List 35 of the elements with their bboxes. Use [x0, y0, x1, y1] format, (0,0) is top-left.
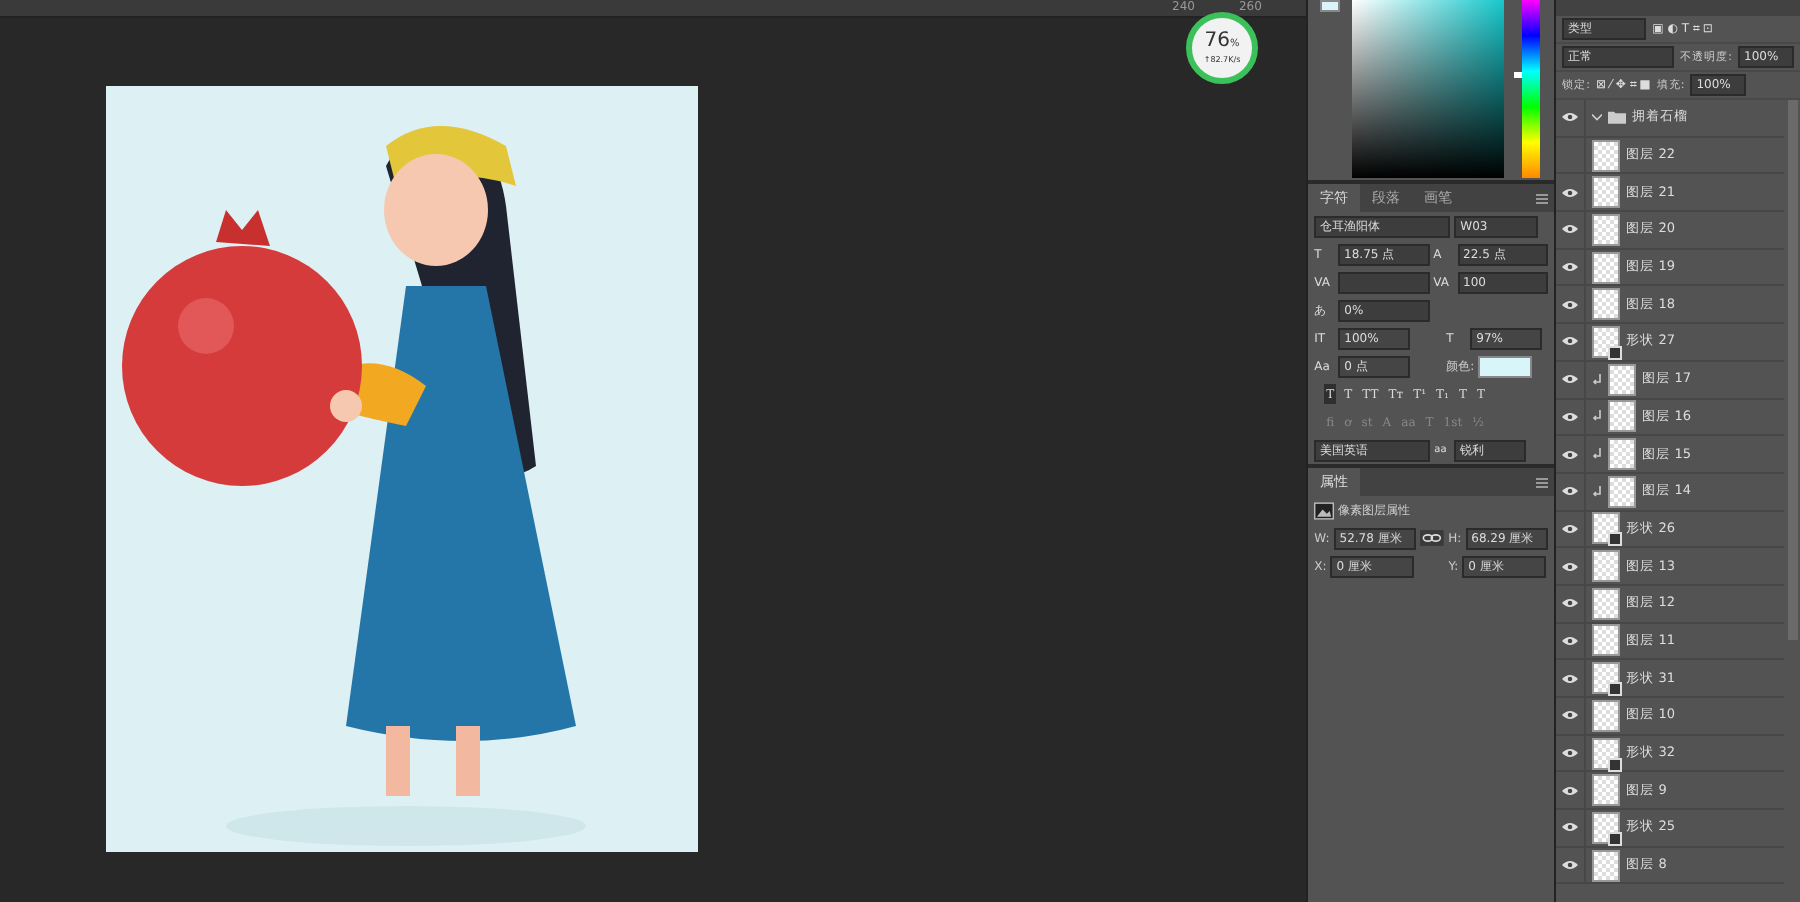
caret-icon[interactable] — [1592, 112, 1603, 123]
menu-icon[interactable] — [1536, 477, 1549, 487]
eye-icon[interactable] — [1562, 598, 1579, 609]
eye-icon[interactable] — [1562, 336, 1579, 347]
eye-icon[interactable] — [1562, 785, 1579, 796]
eye-icon[interactable] — [1562, 523, 1579, 534]
color-swatch[interactable] — [1320, 0, 1341, 12]
shape-badge-icon — [1608, 682, 1623, 697]
eye-icon[interactable] — [1562, 710, 1579, 721]
slider-thumb[interactable] — [1514, 72, 1523, 79]
folder-icon — [1608, 110, 1627, 125]
eye-icon[interactable] — [1562, 822, 1579, 833]
eye-icon[interactable] — [1562, 561, 1579, 572]
shape-badge-icon — [1608, 532, 1623, 547]
eye-icon[interactable] — [1562, 112, 1579, 123]
eye-icon[interactable] — [1562, 262, 1579, 273]
text-color-swatch[interactable] — [1478, 355, 1533, 377]
shape-badge-icon — [1608, 345, 1623, 360]
link-icon[interactable] — [1420, 530, 1445, 546]
eye-icon[interactable] — [1562, 411, 1579, 422]
eye-icon[interactable] — [1562, 449, 1579, 460]
shape-badge-icon — [1608, 831, 1623, 846]
eye-icon[interactable] — [1562, 299, 1579, 310]
eye-icon[interactable] — [1562, 187, 1579, 198]
eye-icon[interactable] — [1562, 860, 1579, 871]
eye-icon[interactable] — [1562, 374, 1579, 385]
image-icon — [1314, 501, 1335, 519]
menu-icon[interactable] — [1536, 193, 1549, 203]
eye-icon[interactable] — [1562, 224, 1579, 235]
eye-icon[interactable] — [1562, 635, 1579, 646]
shape-badge-icon — [1608, 757, 1623, 772]
color-field[interactable] — [1352, 0, 1505, 178]
eye-icon[interactable] — [1562, 486, 1579, 497]
eye-icon[interactable] — [1562, 673, 1579, 684]
eye-icon[interactable] — [1562, 748, 1579, 759]
